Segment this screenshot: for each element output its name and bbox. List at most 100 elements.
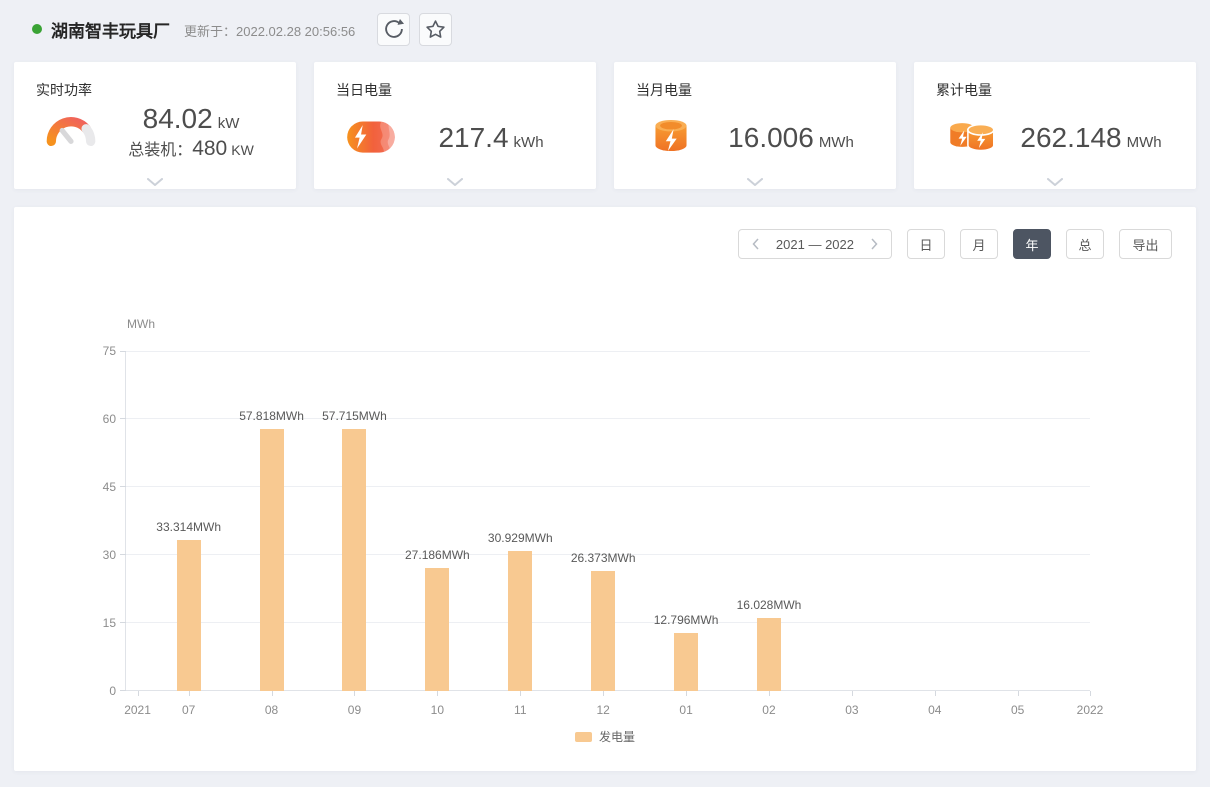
card-values: 84.02kW 总装机：480KW (104, 103, 278, 161)
x-axis-tick (935, 691, 936, 696)
x-axis-tick (852, 691, 853, 696)
chevron-down-icon[interactable] (747, 178, 763, 186)
tab-month-button[interactable]: 月 (960, 229, 998, 259)
y-axis-tick (120, 418, 126, 419)
x-tick-label: 11 (514, 703, 526, 717)
y-axis-unit-label: MWh (127, 317, 155, 331)
legend-swatch (575, 732, 592, 742)
card-monthly-energy: 当月电量 16.006MWh (614, 62, 896, 189)
x-tick-label: 03 (845, 703, 858, 717)
chevron-right-icon[interactable] (870, 238, 878, 250)
x-tick-label: 05 (1011, 703, 1024, 717)
bar-09[interactable] (342, 429, 366, 691)
bar-value-label: 30.929MWh (488, 531, 553, 545)
bar-01[interactable] (674, 633, 698, 691)
card-values: 16.006MWh (704, 122, 878, 154)
y-axis-tick (120, 554, 126, 555)
bar-11[interactable] (508, 551, 532, 691)
total-energy-unit: MWh (1127, 134, 1162, 151)
updated-timestamp: 更新于：2022.02.28 20:56:56 (184, 18, 355, 40)
chevron-down-icon[interactable] (147, 178, 163, 186)
y-tick-label: 30 (78, 548, 116, 562)
export-button[interactable]: 导出 (1119, 229, 1172, 259)
refresh-icon (381, 16, 407, 42)
x-axis-tick (138, 691, 139, 696)
bar-10[interactable] (425, 568, 449, 691)
bar-12[interactable] (591, 571, 615, 691)
installed-capacity-value: 480 (192, 137, 227, 160)
y-tick-label: 75 (78, 344, 116, 358)
chevron-down-icon[interactable] (1047, 178, 1063, 186)
x-tick-label: 09 (348, 703, 361, 717)
bar-value-label: 57.715MWh (322, 409, 387, 423)
favorite-button[interactable] (419, 13, 452, 46)
installed-capacity-label: 总装机： (128, 142, 192, 159)
bar-value-label: 26.373MWh (571, 551, 636, 565)
tab-day-button[interactable]: 日 (907, 229, 945, 259)
tab-total-button[interactable]: 总 (1066, 229, 1104, 259)
chart-legend[interactable]: 发电量 (14, 728, 1196, 745)
x-tick-label: 04 (928, 703, 941, 717)
date-range-label[interactable]: 2021 — 2022 (776, 237, 854, 252)
bar-value-label: 57.818MWh (239, 409, 304, 423)
card-title: 累计电量 (914, 62, 1196, 100)
x-axis-tick (1018, 691, 1019, 696)
x-axis-tick (686, 691, 687, 696)
bar-08[interactable] (260, 429, 284, 691)
plant-title: 湖南智丰玩具厂 (51, 17, 170, 42)
monthly-energy-value: 16.006 (728, 122, 814, 153)
y-tick-label: 60 (78, 412, 116, 426)
x-tick-label: 12 (596, 703, 609, 717)
x-tick-label: 02 (762, 703, 775, 717)
x-axis-tick (603, 691, 604, 696)
battery-cylinder-icon (642, 112, 704, 163)
card-realtime-power: 实时功率 84.02kW 总装机：480KW (14, 62, 296, 189)
x-tick-label: 01 (679, 703, 692, 717)
tab-year-button[interactable]: 年 (1013, 229, 1051, 259)
total-energy-value: 262.148 (1020, 122, 1121, 153)
generation-chart-panel: 2021 — 2022 日 月 年 总 导出 MWh 0 15 30 45 60 75 20… (14, 207, 1196, 771)
daily-energy-value: 217.4 (438, 122, 508, 153)
card-values: 262.148 MWh (1004, 122, 1178, 154)
y-axis-tick (120, 622, 126, 623)
x-axis-tick (354, 691, 355, 696)
y-axis-tick (120, 690, 126, 691)
card-title: 当日电量 (314, 62, 596, 100)
card-daily-energy: 当日电量 217.4 kWh (314, 62, 596, 189)
daily-energy-unit: kWh (514, 134, 544, 151)
refresh-button[interactable] (377, 13, 410, 46)
stat-cards: 实时功率 84.02kW 总装机：480KW 当日电量 (0, 62, 1210, 189)
date-range-picker[interactable]: 2021 — 2022 (738, 229, 892, 259)
x-axis-tick (1090, 691, 1091, 696)
chevron-left-icon[interactable] (752, 238, 760, 250)
x-axis-tick (272, 691, 273, 696)
card-values: 217.4 kWh (404, 122, 578, 154)
bar-value-label: 27.186MWh (405, 548, 470, 562)
bar-07[interactable] (177, 540, 201, 691)
bar-value-label: 12.796MWh (654, 613, 719, 627)
star-icon (423, 17, 448, 42)
y-tick-label: 45 (78, 480, 116, 494)
y-axis-tick (120, 486, 126, 487)
x-axis-tick (520, 691, 521, 696)
bar-value-label: 16.028MWh (737, 598, 802, 612)
x-tick-label: 2022 (1077, 703, 1104, 717)
page-header: 湖南智丰玩具厂 更新于：2022.02.28 20:56:56 (0, 0, 1210, 58)
double-battery-icon (942, 112, 1004, 163)
x-tick-label: 07 (182, 703, 195, 717)
energy-pill-icon (342, 112, 404, 163)
card-title: 实时功率 (14, 62, 296, 100)
realtime-power-value: 84.02 (143, 103, 213, 134)
bar-value-label: 33.314MWh (156, 520, 221, 534)
gridline (126, 351, 1090, 352)
realtime-power-unit: kW (218, 115, 240, 132)
legend-label: 发电量 (599, 728, 635, 745)
y-tick-label: 15 (78, 616, 116, 630)
chevron-down-icon[interactable] (447, 178, 463, 186)
x-tick-label: 2021 (124, 703, 151, 717)
x-axis-tick (769, 691, 770, 696)
y-tick-label: 0 (78, 684, 116, 698)
card-total-energy: 累计电量 262.148 MWh (914, 62, 1196, 189)
bar-02[interactable] (757, 618, 781, 691)
status-dot (32, 24, 42, 34)
